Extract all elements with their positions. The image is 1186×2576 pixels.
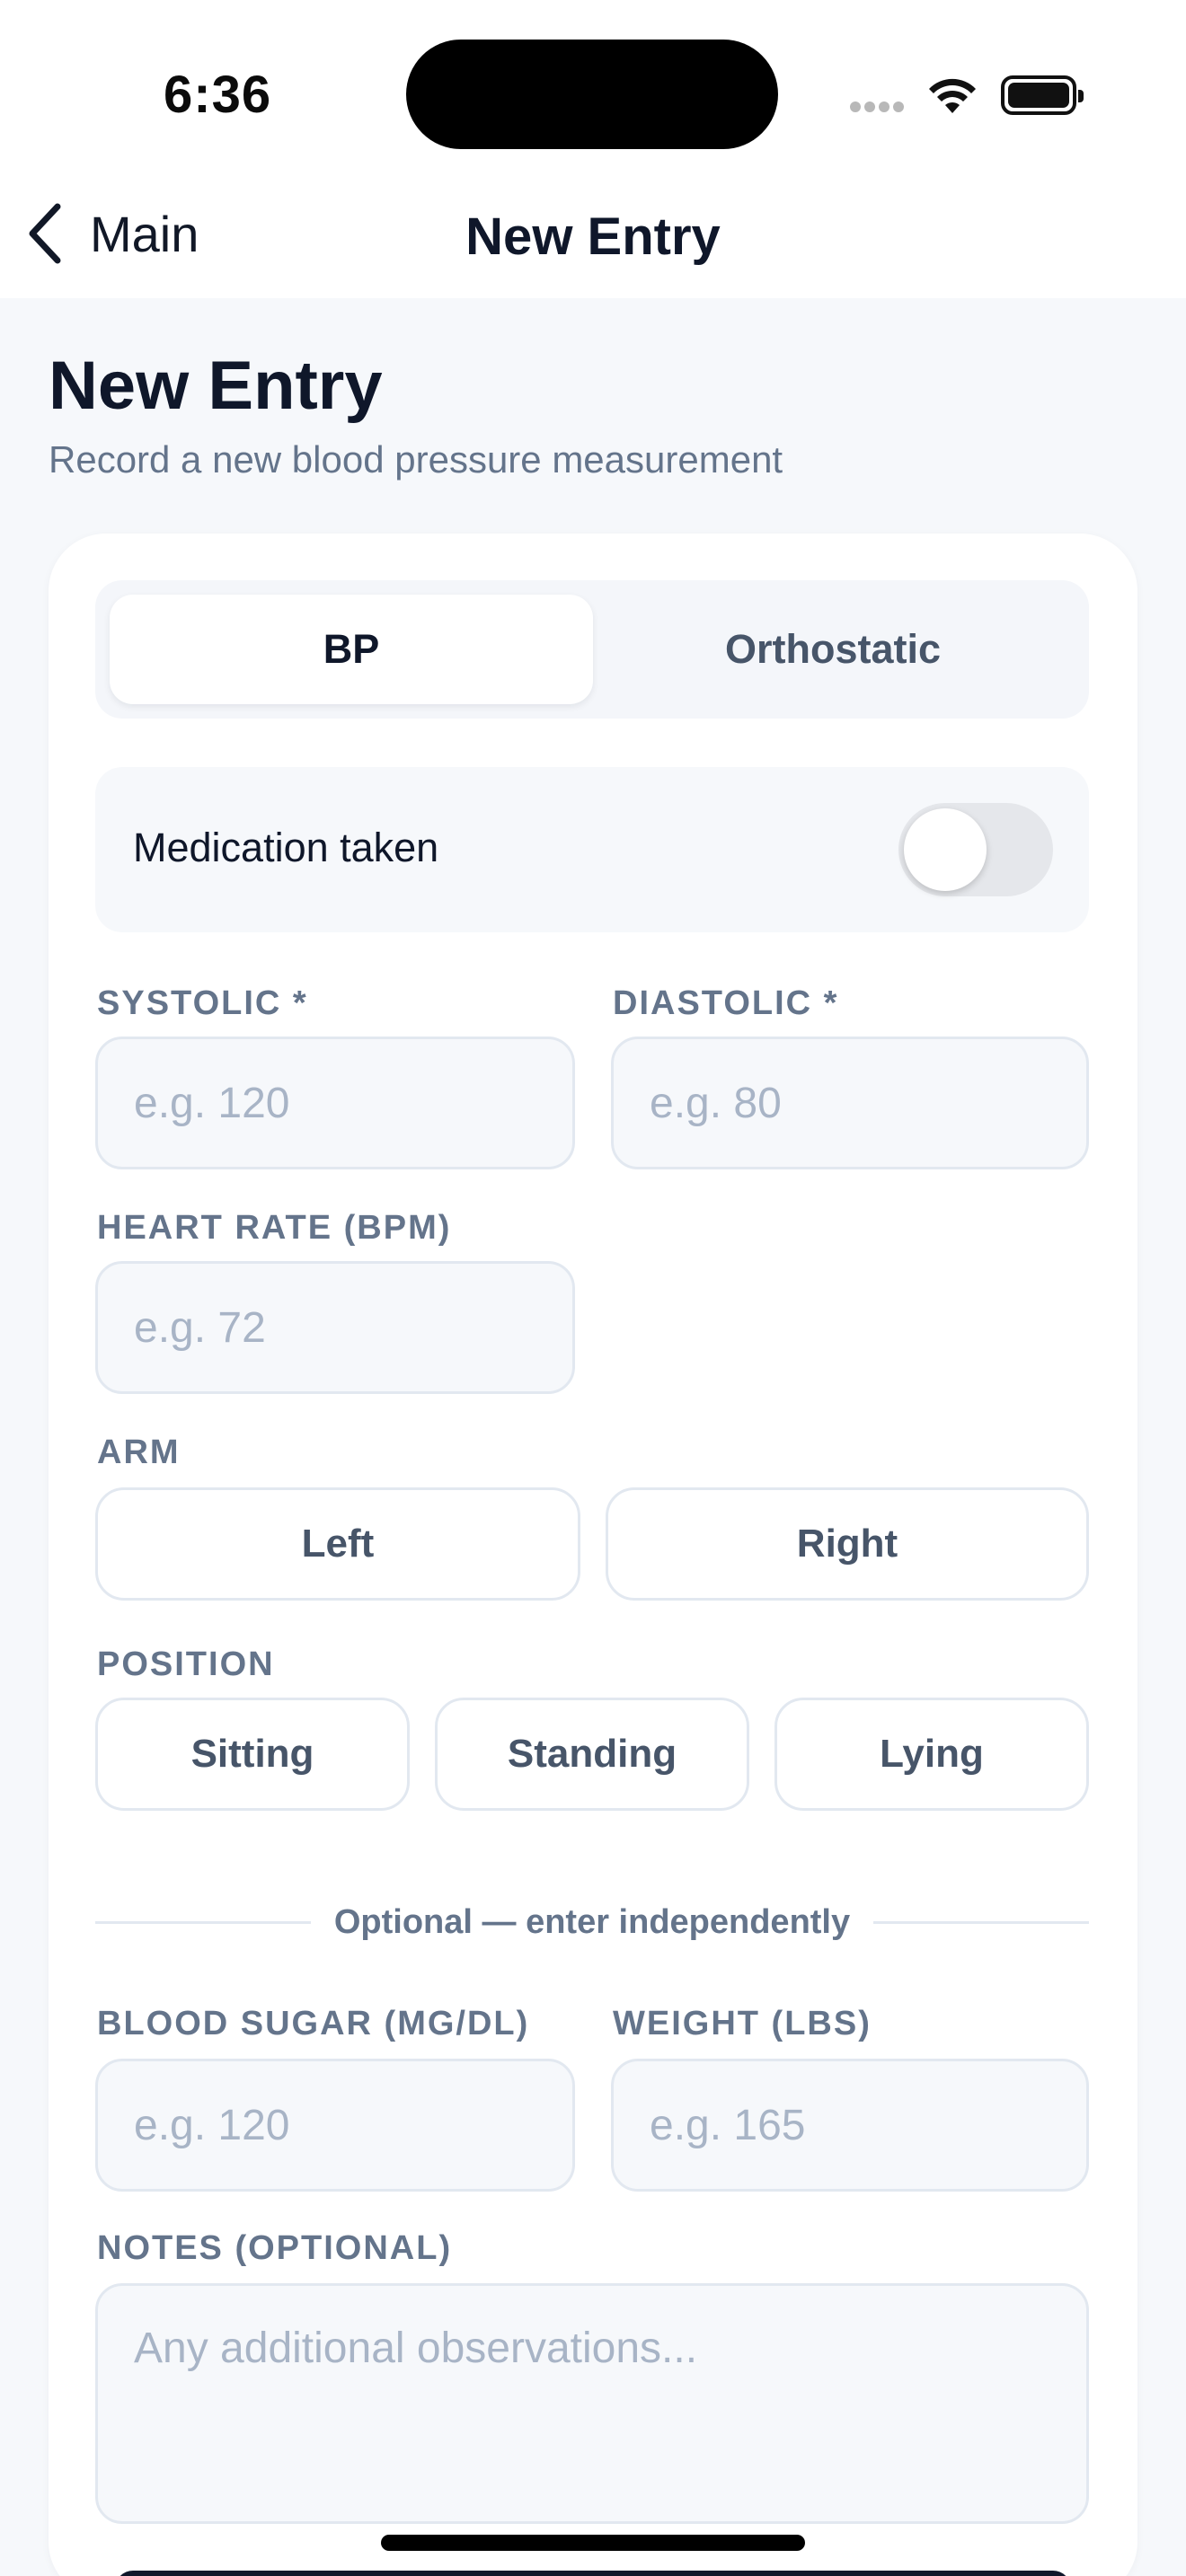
heart-rate-label: HEART RATE (BPM) bbox=[97, 1209, 452, 1247]
medication-label: Medication taken bbox=[133, 825, 439, 870]
save-button[interactable] bbox=[115, 2571, 1071, 2576]
blood-sugar-input[interactable]: e.g. 120 bbox=[95, 2059, 575, 2192]
medication-row: Medication taken bbox=[95, 767, 1089, 932]
position-option-lying[interactable]: Lying bbox=[774, 1698, 1089, 1811]
page-subtitle: Record a new blood pressure measurement bbox=[49, 438, 783, 481]
medication-toggle[interactable] bbox=[898, 803, 1053, 896]
heart-rate-input[interactable]: e.g. 72 bbox=[95, 1261, 575, 1394]
home-indicator bbox=[381, 2535, 805, 2551]
dynamic-island bbox=[406, 40, 778, 149]
notes-textarea[interactable]: Any additional observations... bbox=[95, 2283, 1089, 2524]
position-option-sitting[interactable]: Sitting bbox=[95, 1698, 410, 1811]
status-bar: 6:36 bbox=[0, 0, 1186, 180]
diastolic-input[interactable]: e.g. 80 bbox=[611, 1037, 1089, 1169]
blood-sugar-label: BLOOD SUGAR (MG/DL) bbox=[97, 2005, 530, 2042]
weight-label: WEIGHT (LBS) bbox=[613, 2005, 872, 2042]
navigation-bar: Main New Entry bbox=[0, 180, 1186, 298]
optional-divider-text: Optional — enter independently bbox=[333, 1902, 851, 1941]
arm-option-left[interactable]: Left bbox=[95, 1487, 580, 1601]
optional-divider: Optional — enter independently bbox=[95, 1902, 1089, 1941]
toggle-knob bbox=[904, 808, 987, 891]
position-option-standing[interactable]: Standing bbox=[435, 1698, 749, 1811]
diastolic-label: DIASTOLIC * bbox=[613, 984, 839, 1022]
systolic-input[interactable]: e.g. 120 bbox=[95, 1037, 575, 1169]
entry-type-segmented-control: BP Orthostatic bbox=[95, 580, 1089, 719]
battery-icon bbox=[1001, 75, 1084, 115]
cellular-signal-icon bbox=[850, 101, 907, 117]
tab-bp[interactable]: BP bbox=[110, 595, 593, 704]
page-title: New Entry bbox=[49, 348, 383, 424]
notes-label: NOTES (OPTIONAL) bbox=[97, 2229, 453, 2267]
nav-title: New Entry bbox=[465, 207, 721, 266]
weight-input[interactable]: e.g. 165 bbox=[611, 2059, 1089, 2192]
tab-orthostatic[interactable]: Orthostatic bbox=[591, 595, 1075, 704]
divider-line-left bbox=[95, 1920, 311, 1924]
status-time: 6:36 bbox=[164, 66, 272, 124]
arm-label: ARM bbox=[97, 1434, 181, 1471]
position-label: POSITION bbox=[97, 1645, 275, 1683]
divider-line-right bbox=[873, 1920, 1089, 1924]
wifi-icon bbox=[925, 74, 979, 119]
systolic-label: SYSTOLIC * bbox=[97, 984, 308, 1022]
arm-option-right[interactable]: Right bbox=[606, 1487, 1089, 1601]
